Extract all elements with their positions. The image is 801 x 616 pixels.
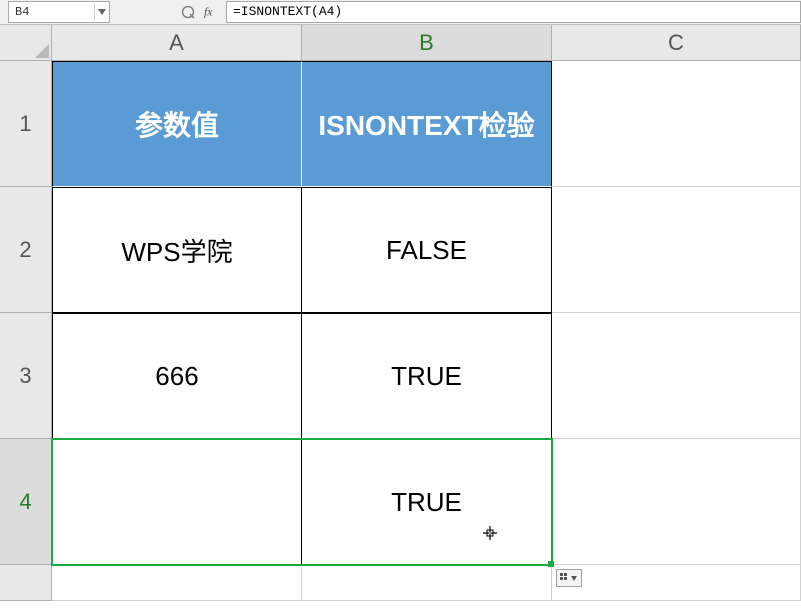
cell-B1[interactable]: ISNONTEXT检验 [302, 61, 552, 187]
row-header-2[interactable]: 2 [0, 187, 52, 313]
cells-grid[interactable]: 参数值ISNONTEXT检验WPS学院FALSE666TRUETRUE [52, 61, 801, 601]
column-headers: ABC [52, 25, 801, 61]
name-box[interactable]: B4 [8, 1, 110, 23]
cell-A3[interactable]: 666 [52, 313, 302, 439]
name-box-dropdown[interactable] [94, 3, 109, 21]
cell-C1[interactable] [552, 61, 801, 187]
cell-C5[interactable] [552, 565, 801, 601]
cell-B4[interactable]: TRUE [302, 439, 552, 565]
svg-text:fx: fx [204, 7, 213, 19]
autofill-options-button[interactable] [556, 569, 582, 587]
formula-bar: B4 fx =ISNONTEXT(A4) [0, 0, 801, 25]
cell-A2[interactable]: WPS学院 [52, 187, 302, 313]
cell-A1[interactable]: 参数值 [52, 61, 302, 187]
col-header-C[interactable]: C [552, 25, 801, 61]
formula-bar-icons: fx [180, 4, 220, 20]
row-header-4[interactable]: 4 [0, 439, 52, 565]
spreadsheet: ABC 1234 参数值ISNONTEXT检验WPS学院FALSE666TRUE… [0, 25, 801, 616]
cell-A5[interactable] [52, 565, 302, 601]
col-header-A[interactable]: A [52, 25, 302, 61]
cancel-icon[interactable] [180, 4, 196, 20]
cell-B5[interactable] [302, 565, 552, 601]
row-header-1[interactable]: 1 [0, 61, 52, 187]
cell-A4[interactable] [52, 439, 302, 565]
row-header-5[interactable] [0, 565, 52, 601]
row-headers: 1234 [0, 61, 52, 601]
col-header-B[interactable]: B [302, 25, 552, 61]
cell-C3[interactable] [552, 313, 801, 439]
cell-C2[interactable] [552, 187, 801, 313]
cell-C4[interactable] [552, 439, 801, 565]
cell-B2[interactable]: FALSE [302, 187, 552, 313]
cell-B3[interactable]: TRUE [302, 313, 552, 439]
fx-icon[interactable]: fx [204, 4, 220, 20]
name-box-value: B4 [9, 3, 94, 21]
row-header-3[interactable]: 3 [0, 313, 52, 439]
select-all-corner[interactable] [0, 25, 52, 61]
formula-input[interactable]: =ISNONTEXT(A4) [226, 1, 801, 23]
